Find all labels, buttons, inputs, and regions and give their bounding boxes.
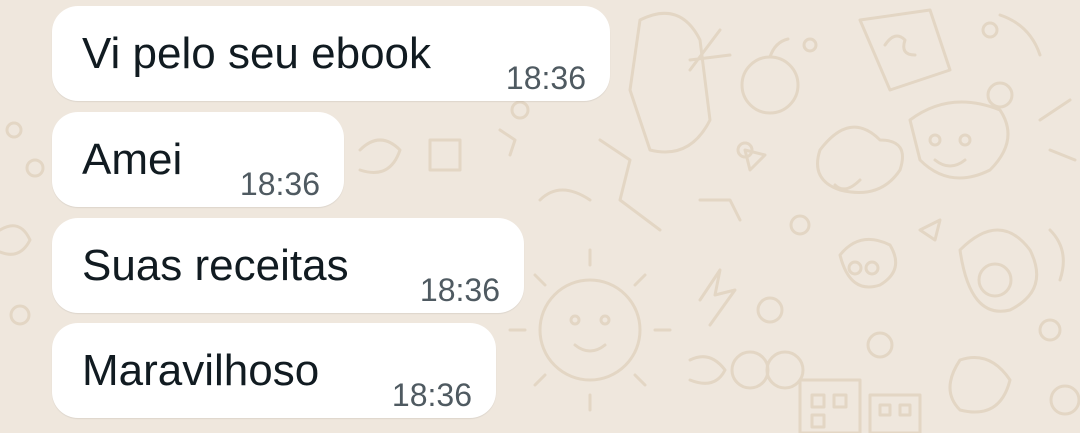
message-timestamp: 18:36: [239, 166, 320, 202]
message-timestamp: 18:36: [419, 272, 500, 308]
message-timestamp: 18:36: [505, 60, 586, 96]
message-text: Maravilhoso: [82, 346, 320, 395]
message-text: Suas receitas: [82, 241, 349, 290]
message-timestamp: 18:36: [391, 377, 472, 413]
message-text: Vi pelo seu ebook: [82, 29, 432, 78]
message-bubble[interactable]: Maravilhoso 18:36: [52, 323, 496, 418]
chat-message-list: Vi pelo seu ebook 18:36 Amei 18:36 Suas …: [0, 0, 1080, 433]
message-bubble[interactable]: Vi pelo seu ebook 18:36: [52, 6, 610, 101]
message-bubble[interactable]: Amei 18:36: [52, 112, 344, 207]
message-bubble[interactable]: Suas receitas 18:36: [52, 218, 524, 313]
message-text: Amei: [82, 135, 183, 184]
